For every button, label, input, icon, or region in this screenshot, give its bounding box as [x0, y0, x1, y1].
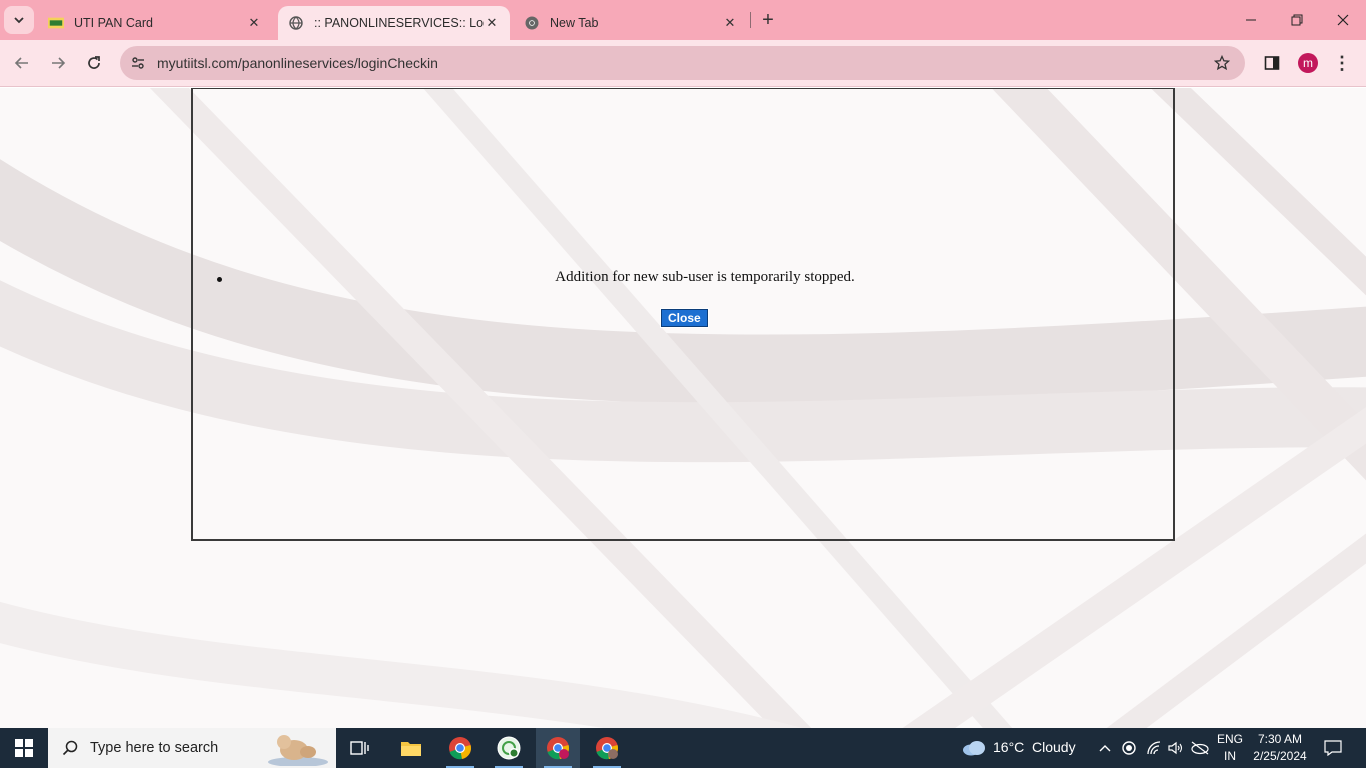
clock-date: 2/25/2024 [1253, 749, 1307, 763]
search-icon [62, 740, 78, 756]
close-window-button[interactable] [1320, 0, 1366, 40]
chrome-icon [596, 737, 618, 760]
file-explorer-button[interactable] [389, 728, 433, 768]
minimize-icon [1246, 19, 1256, 21]
cloudy-weather-icon[interactable] [960, 738, 988, 758]
avatar: m [1298, 53, 1318, 73]
tab-title: UTI PAN Card [74, 16, 153, 30]
close-button[interactable]: Close [660, 308, 709, 328]
message-list: Addition for new sub-user is temporarily… [213, 269, 1157, 286]
search-placeholder: Type here to search [90, 740, 219, 756]
site-info-icon[interactable] [125, 50, 151, 76]
tab-separator [750, 12, 751, 28]
chrome-profile-taskbar-button[interactable] [487, 728, 531, 768]
show-hidden-icons-chevron-up-icon[interactable] [1095, 738, 1115, 758]
browser-toolbar: myutiitsl.com/panonlineservices/loginChe… [0, 40, 1366, 87]
chrome-taskbar-button-2[interactable] [585, 728, 629, 768]
page-content: Addition for new sub-user is temporarily… [0, 88, 1366, 728]
bookmark-star-icon[interactable] [1207, 48, 1237, 78]
chrome-icon [449, 737, 471, 760]
kebab-menu-icon: ⋮ [1333, 52, 1351, 73]
tab-panonlineservices[interactable]: :: PANONLINESERVICES:: Logge ✕ [278, 6, 510, 40]
notification-icon [1324, 740, 1342, 756]
chrome-icon [524, 15, 540, 31]
tab-search-button[interactable] [4, 6, 34, 34]
onedrive-offline-icon[interactable] [1190, 738, 1210, 758]
restore-icon [1291, 14, 1303, 26]
arrow-right-icon [52, 57, 66, 69]
chrome-icon [547, 737, 569, 760]
tab-title: :: PANONLINESERVICES:: Logge [314, 16, 484, 30]
close-icon [1337, 14, 1349, 26]
forward-button[interactable] [44, 49, 72, 77]
reload-icon [88, 56, 100, 69]
chrome-taskbar-button-active[interactable] [536, 728, 580, 768]
reload-button[interactable] [80, 49, 108, 77]
chrome-taskbar-button[interactable] [438, 728, 482, 768]
region-code: IN [1224, 749, 1236, 763]
arrow-left-icon [14, 57, 28, 69]
clock-time: 7:30 AM [1257, 732, 1303, 746]
message-panel: Addition for new sub-user is temporarily… [191, 88, 1175, 541]
minimize-button[interactable] [1228, 0, 1274, 40]
notification-center-button[interactable] [1323, 738, 1343, 758]
task-view-button[interactable] [338, 728, 382, 768]
speaker-icon[interactable] [1166, 738, 1186, 758]
close-tab-icon[interactable]: ✕ [484, 15, 500, 31]
new-tab-button[interactable]: + [757, 9, 779, 31]
address-bar[interactable]: myutiitsl.com/panonlineservices/loginChe… [120, 46, 1245, 80]
windows-logo-icon [15, 739, 33, 757]
plus-icon: + [762, 8, 774, 31]
language-code: ENG [1216, 732, 1243, 746]
weather-temperature: 16°C [993, 739, 1025, 755]
tab-title: New Tab [550, 16, 599, 30]
status-message: Addition for new sub-user is temporarily… [555, 269, 855, 285]
globe-icon [288, 15, 304, 31]
wifi-icon[interactable] [1144, 738, 1164, 758]
file-explorer-icon [401, 742, 421, 756]
chevron-down-icon [14, 17, 24, 24]
system-clock[interactable]: 7:30 AM 2/25/2024 [1250, 731, 1310, 765]
bullet-icon [217, 277, 222, 282]
tab-new-tab[interactable]: New Tab ✕ [514, 6, 748, 40]
start-button[interactable] [0, 728, 48, 768]
weather-condition: Cloudy [1032, 739, 1076, 755]
restore-button[interactable] [1274, 0, 1320, 40]
task-view-icon [350, 741, 369, 755]
uti-favicon-icon [48, 15, 64, 31]
side-panel-icon [1264, 56, 1280, 70]
close-tab-icon[interactable]: ✕ [722, 15, 738, 31]
side-panel-button[interactable] [1258, 49, 1286, 77]
tab-strip: UTI PAN Card ✕ :: PANONLINESERVICES:: Lo… [0, 0, 1366, 40]
url-text[interactable]: myutiitsl.com/panonlineservices/loginChe… [157, 55, 1207, 71]
taskbar: Type here to search 16°C Cloudy ENG IN 7… [0, 728, 1366, 768]
language-indicator[interactable]: ENG IN [1213, 731, 1247, 765]
chrome-profile-icon [497, 736, 521, 760]
search-highlight-illustration [268, 735, 328, 766]
record-icon[interactable] [1119, 738, 1139, 758]
tab-uti-pan-card[interactable]: UTI PAN Card ✕ [38, 6, 272, 40]
back-button[interactable] [8, 49, 36, 77]
list-item: Addition for new sub-user is temporarily… [213, 269, 1157, 286]
close-tab-icon[interactable]: ✕ [246, 15, 262, 31]
profile-button[interactable]: m [1294, 49, 1322, 77]
taskbar-search[interactable]: Type here to search [48, 728, 336, 768]
browser-menu-button[interactable]: ⋮ [1328, 49, 1356, 77]
